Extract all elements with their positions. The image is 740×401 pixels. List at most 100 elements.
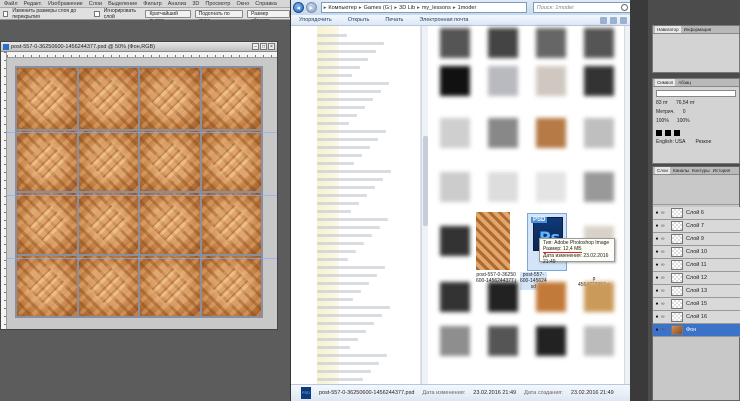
breadcrumb-item[interactable]: my_lessons (422, 5, 451, 11)
file-thumbnail[interactable] (584, 66, 614, 96)
tab-layers[interactable]: Слои (655, 167, 670, 174)
nav-tree-item[interactable] (317, 90, 381, 93)
nav-tree-item[interactable] (317, 218, 388, 221)
link-icon[interactable]: ∞ (661, 262, 669, 268)
layer-row[interactable]: ● ∞ Слой 6 (653, 207, 740, 220)
breadcrumb-separator-icon[interactable]: ▸ (359, 5, 362, 11)
nav-tree-item[interactable] (317, 226, 380, 229)
address-bar[interactable]: ▸ Компьютер ▸ Games (G:) ▸ 3D Lib ▸ my_lessons ▸… (320, 2, 527, 13)
options-button-2[interactable]: Подогнать по краю... (194, 9, 244, 24)
back-icon[interactable]: ◂ (293, 2, 304, 13)
nav-tree-item[interactable] (317, 330, 366, 333)
file-thumbnail[interactable] (488, 172, 518, 202)
file-thumbnail[interactable] (488, 66, 518, 96)
breadcrumb-item[interactable]: 1moder (458, 5, 477, 11)
organize-button[interactable]: Упорядочить (299, 17, 332, 23)
menu-item[interactable]: Окно (236, 1, 249, 7)
nav-tree-item[interactable] (317, 258, 348, 261)
link-icon[interactable]: ∞ (661, 301, 669, 307)
file-thumbnail[interactable] (584, 172, 614, 202)
file-thumbnail[interactable] (584, 118, 614, 148)
minimize-icon[interactable]: – (252, 43, 259, 50)
menu-item[interactable]: Файл (4, 1, 18, 7)
layer-row[interactable]: ● ∞ Слой 13 (653, 285, 740, 298)
nav-tree-item[interactable] (317, 154, 362, 157)
nav-tree-item[interactable] (317, 202, 359, 205)
eye-icon[interactable]: ● (653, 275, 661, 281)
document-titlebar[interactable]: post-557-0-36250600-1456244377.psd @ 50%… (1, 42, 277, 52)
eye-icon[interactable]: ● (653, 288, 661, 294)
file-thumbnail[interactable] (536, 28, 566, 58)
eye-icon[interactable]: ● (653, 210, 661, 216)
link-icon[interactable]: ∞ (661, 327, 669, 333)
nav-tree-item[interactable] (317, 58, 368, 61)
file-thumbnail[interactable] (440, 226, 470, 256)
file-thumbnail[interactable] (440, 172, 470, 202)
nav-tree-item[interactable] (317, 146, 370, 149)
nav-tree-item[interactable] (317, 162, 354, 165)
nav-tree-item[interactable] (317, 114, 357, 117)
snap-checkbox[interactable] (3, 10, 9, 17)
open-button[interactable]: Открыть (348, 17, 370, 23)
tab-channels[interactable]: Каналы (673, 167, 689, 174)
link-icon[interactable]: ∞ (661, 249, 669, 255)
file-thumbnail[interactable] (536, 66, 566, 96)
link-icon[interactable]: ∞ (661, 275, 669, 281)
nav-tree-item[interactable] (317, 186, 375, 189)
nav-tree-item[interactable] (317, 66, 360, 69)
jpg-file-thumbnail[interactable] (476, 212, 510, 270)
help-icon[interactable] (620, 16, 627, 24)
nav-tree-item[interactable] (317, 98, 373, 101)
file-thumbnail[interactable] (488, 282, 518, 312)
nav-tree-item[interactable] (317, 50, 376, 53)
nav-tree-item[interactable] (317, 298, 353, 301)
menu-item[interactable]: Просмотр (205, 1, 230, 7)
menu-item[interactable]: Изображение (48, 1, 83, 7)
layer-row[interactable]: ● ∞ Слой 11 (653, 259, 740, 272)
print-button[interactable]: Печать (385, 17, 403, 23)
nav-tree-item[interactable] (317, 74, 352, 77)
forward-icon[interactable]: ▸ (305, 2, 317, 13)
menu-item[interactable]: Фильтр (143, 1, 161, 7)
eye-icon[interactable]: ● (653, 301, 661, 307)
nav-tree-item[interactable] (317, 122, 349, 125)
language-select[interactable]: English: USA (656, 138, 685, 147)
nav-tree-item[interactable] (317, 250, 356, 253)
layer-row[interactable]: ● ∞ Слой 9 (653, 233, 740, 246)
nav-tree-item[interactable] (317, 346, 350, 349)
eye-icon[interactable]: ● (653, 236, 661, 242)
search-input[interactable]: Поиск: 1moder (532, 2, 631, 13)
vscale-field[interactable]: 100% (656, 117, 669, 126)
breadcrumb-item[interactable]: Games (G:) (364, 5, 393, 11)
file-thumbnail[interactable] (584, 28, 614, 58)
nav-tree-item[interactable] (317, 170, 391, 173)
aa-select[interactable]: Резкое (695, 138, 711, 147)
file-thumbnail[interactable] (440, 118, 470, 148)
options-button-3[interactable]: Размер области... (247, 9, 291, 24)
maximize-icon[interactable]: □ (260, 43, 267, 50)
eye-icon[interactable]: ● (653, 314, 661, 320)
eye-icon[interactable]: ● (653, 262, 661, 268)
file-thumbnail[interactable] (488, 326, 518, 356)
character-panel[interactable]: Символ Абзац 83 пт 76,54 пт Метрич. 0 100% 1… (652, 78, 740, 164)
breadcrumb-separator-icon[interactable]: ▸ (394, 5, 397, 11)
nav-tree-item[interactable] (317, 178, 383, 181)
layer-row[interactable]: ● ∞ Слой 16 (653, 311, 740, 324)
nav-scrollbar[interactable] (421, 26, 428, 384)
file-thumbnail[interactable] (440, 66, 470, 96)
document-window[interactable]: post-557-0-36250600-1456244377.psd @ 50%… (0, 41, 278, 330)
file-thumbnail[interactable] (488, 118, 518, 148)
breadcrumb-separator-icon[interactable]: ▸ (417, 5, 420, 11)
file-thumbnail[interactable] (536, 326, 566, 356)
nav-tree-item[interactable] (317, 274, 377, 277)
nav-tree-item[interactable] (317, 194, 367, 197)
nav-tree-item[interactable] (317, 338, 358, 341)
layers-panel[interactable]: Слои Каналы Контуры История ● ∞ Слой 6 ● ∞ Сл… (652, 166, 740, 401)
breadcrumb-separator-icon[interactable]: ▸ (453, 5, 456, 11)
file-view[interactable]: post-557-0-36250 600-1456244377.j pg pos… (428, 26, 624, 384)
file-thumbnail[interactable] (440, 282, 470, 312)
tab-history[interactable]: История (713, 167, 730, 174)
nav-tree-item[interactable] (317, 210, 351, 213)
layer-row[interactable]: ● ∞ Фон (653, 324, 740, 337)
menu-item[interactable]: Выделение (108, 1, 137, 7)
